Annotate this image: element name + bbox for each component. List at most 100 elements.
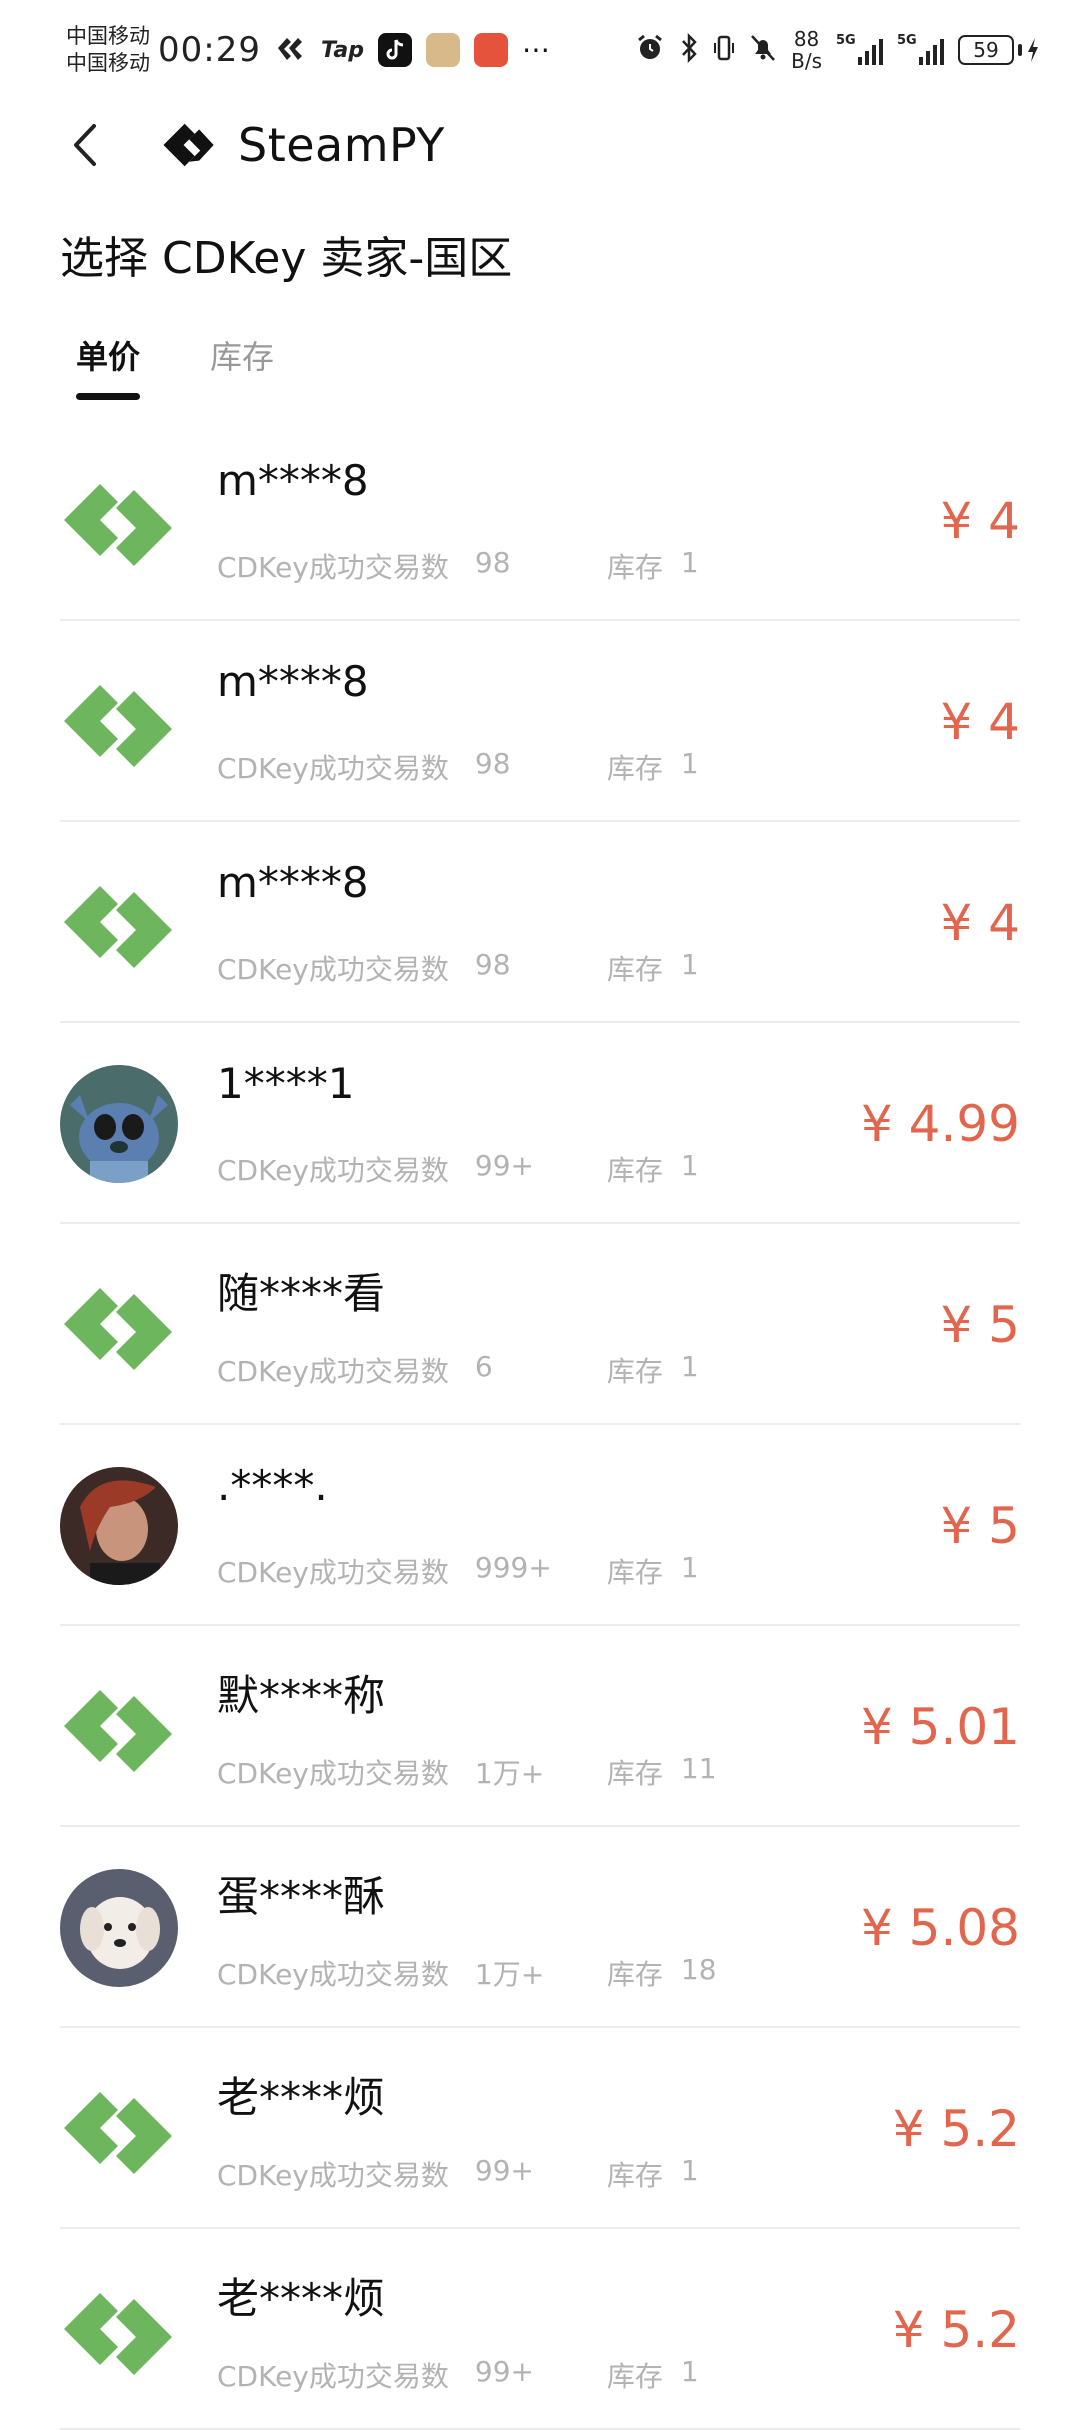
stock-count: 1	[680, 2154, 699, 2187]
signal-strength-1-icon: 5G	[836, 33, 883, 65]
seller-price: ¥ 4.99	[860, 1095, 1020, 1153]
taptap-app-icon: Tap	[320, 37, 364, 63]
tiktok-app-icon	[377, 33, 412, 67]
stock-count: 1	[680, 948, 699, 981]
more-notifications-icon: ⋯	[521, 33, 550, 66]
seller-meta: CDKey成功交易数 1万+ 库存 18	[217, 1953, 717, 1993]
vibrate-icon	[713, 33, 735, 68]
notification-icons: Tap ⋯	[275, 33, 550, 67]
trades-count: 99+	[474, 2154, 534, 2187]
tab-unit-price[interactable]: 单价	[76, 332, 141, 400]
stock-count: 1	[680, 2355, 699, 2388]
seller-price: ¥ 5.2	[892, 2100, 1020, 2158]
seller-meta: CDKey成功交易数 98 库存 1	[217, 747, 699, 787]
trades-label: CDKey成功交易数	[217, 2159, 449, 2192]
stock-label: 库存	[606, 1958, 663, 1991]
seller-name: m****8	[217, 657, 369, 706]
seller-name: m****8	[217, 858, 369, 907]
trades-count: 1万+	[474, 1958, 545, 1991]
stock-count: 1	[680, 1149, 699, 1182]
status-bar: 中国移动 中国移动 00:29 Tap ⋯ 88 B/s 5G 5G 59	[0, 0, 1080, 100]
seller-price: ¥ 4	[940, 894, 1020, 952]
steampy-logo-icon	[64, 1288, 172, 1370]
steampy-logo-icon	[64, 685, 172, 767]
network-speed-value: 88	[793, 27, 820, 51]
seller-row[interactable]: m****8 CDKey成功交易数 98 库存 1 ¥ 4	[60, 420, 1020, 621]
carrier-2: 中国移动	[66, 51, 150, 75]
trades-count: 99+	[474, 2355, 534, 2388]
seller-avatar	[60, 1266, 178, 1384]
seller-row[interactable]: 默****称 CDKey成功交易数 1万+ 库存 11 ¥ 5.01	[60, 1626, 1020, 1827]
network-speed: 88 B/s	[791, 28, 822, 72]
seller-price: ¥ 5	[940, 1497, 1020, 1555]
seller-price: ¥ 5.01	[860, 1698, 1020, 1756]
steampy-logo-icon	[64, 1690, 172, 1772]
stock-label: 库存	[606, 953, 663, 986]
stock-label: 库存	[606, 2360, 663, 2393]
steampy-logo-icon	[64, 2293, 172, 2375]
stock-label: 库存	[606, 752, 663, 785]
mute-bell-icon	[749, 33, 777, 68]
seller-price: ¥ 5.08	[860, 1899, 1020, 1957]
trades-label: CDKey成功交易数	[217, 752, 449, 785]
seller-price: ¥ 5	[940, 1296, 1020, 1354]
trades-label: CDKey成功交易数	[217, 953, 449, 986]
seller-name: 老****烦	[217, 2274, 386, 2323]
seller-name: 老****烦	[217, 2073, 386, 2122]
carrier-1: 中国移动	[66, 24, 150, 48]
back-button[interactable]	[60, 118, 110, 172]
seller-row[interactable]: .****. CDKey成功交易数 999+ 库存 1 ¥ 5	[60, 1425, 1020, 1626]
seller-meta: CDKey成功交易数 999+ 库存 1	[217, 1551, 699, 1591]
alarm-icon	[635, 33, 665, 68]
charging-icon	[1028, 38, 1038, 62]
battery-icon: 59	[958, 35, 1040, 65]
trades-count: 6	[474, 1350, 493, 1383]
seller-row[interactable]: 蛋****酥 CDKey成功交易数 1万+ 库存 18 ¥ 5.08	[60, 1827, 1020, 2028]
portrait-avatar-icon	[60, 1467, 178, 1585]
seller-avatar	[60, 462, 178, 580]
trades-label: CDKey成功交易数	[217, 1958, 449, 1991]
status-time: 00:29	[158, 30, 261, 70]
stock-label: 库存	[606, 2159, 663, 2192]
seller-row[interactable]: m****8 CDKey成功交易数 98 库存 1 ¥ 4	[60, 822, 1020, 1023]
trades-label: CDKey成功交易数	[217, 1355, 449, 1388]
seller-name: 蛋****酥	[217, 1872, 386, 1921]
seller-row[interactable]: 老****烦 CDKey成功交易数 99+ 库存 1 ¥ 5.2	[60, 2028, 1020, 2229]
trades-label: CDKey成功交易数	[217, 1154, 449, 1187]
seller-meta: CDKey成功交易数 1万+ 库存 11	[217, 1752, 717, 1792]
app-notification-icon	[275, 34, 307, 67]
seller-avatar	[60, 663, 178, 781]
trades-count: 999+	[474, 1551, 552, 1584]
stock-label: 库存	[606, 1154, 663, 1187]
bluetooth-icon	[679, 32, 699, 68]
pinduoduo-app-icon	[473, 33, 508, 67]
seller-name: .****.	[217, 1461, 328, 1510]
stock-count: 1	[680, 747, 699, 780]
seller-meta: CDKey成功交易数 99+ 库存 1	[217, 2154, 699, 2194]
brand: SteamPY	[160, 116, 445, 174]
seller-price: ¥ 4	[940, 693, 1020, 751]
seller-row[interactable]: 1****1 CDKey成功交易数 99+ 库存 1 ¥ 4.99	[60, 1023, 1020, 1224]
dog-photo-avatar-icon	[60, 1869, 178, 1987]
stock-count: 1	[680, 1551, 699, 1584]
seller-row[interactable]: 随****看 CDKey成功交易数 6 库存 1 ¥ 5	[60, 1224, 1020, 1425]
stock-label: 库存	[606, 1556, 663, 1589]
battery-level: 59	[973, 38, 999, 62]
seller-row[interactable]: m****8 CDKey成功交易数 98 库存 1 ¥ 4	[60, 621, 1020, 822]
tab-stock[interactable]: 库存	[210, 332, 274, 400]
page-title: 选择 CDKey 卖家-国区	[60, 233, 513, 284]
seller-price: ¥ 5.2	[892, 2301, 1020, 2359]
trades-count: 1万+	[474, 1757, 545, 1790]
seller-meta: CDKey成功交易数 99+ 库存 1	[217, 2355, 699, 2395]
seller-avatar	[60, 1065, 178, 1183]
trades-count: 99+	[474, 1149, 534, 1182]
app-title: SteamPY	[238, 118, 445, 172]
seller-meta: CDKey成功交易数 6 库存 1	[217, 1350, 699, 1390]
network-speed-unit: B/s	[791, 49, 822, 73]
seller-avatar	[60, 2070, 178, 2188]
steampy-logo-icon	[163, 123, 214, 167]
seller-avatar	[60, 1467, 178, 1585]
taobao-app-icon	[425, 33, 460, 67]
sort-tabs: 单价 库存	[76, 332, 274, 400]
seller-name: 1****1	[217, 1059, 355, 1108]
